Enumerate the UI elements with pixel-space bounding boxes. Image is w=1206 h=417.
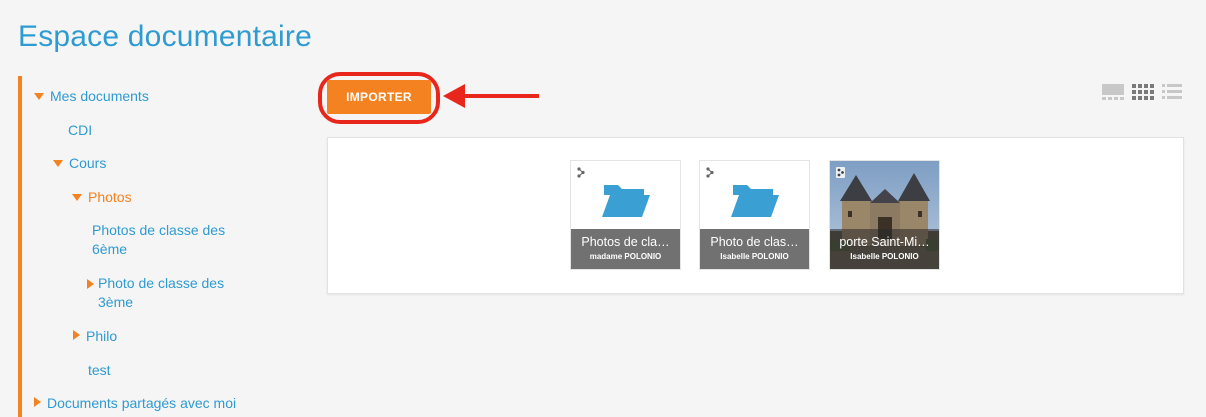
file-title: Photo de clas…	[710, 235, 799, 249]
tree-item-label: Photo de classe des 3ème	[98, 275, 225, 310]
tree-item-photos[interactable]: Photos	[72, 188, 132, 207]
tree-item-label: Philo	[86, 328, 118, 344]
file-author: Isabelle POLONIO	[720, 252, 789, 261]
tree-item-label: CDI	[68, 122, 93, 138]
tree-item-photo-de-classe-3eme[interactable]: Photo de classe des 3ème	[87, 274, 262, 312]
file-caption: Photo de clas… Isabelle POLONIO	[700, 229, 809, 269]
view-mode-switch	[1102, 84, 1182, 100]
expanded-caret-icon	[53, 160, 63, 167]
file-caption: Photos de cla… madame POLONIO	[571, 229, 680, 269]
sidebar-tree: Mes documents CDI Cours Photos Photos de…	[18, 76, 308, 417]
file-tile-folder[interactable]: Photos de cla… madame POLONIO	[570, 160, 681, 270]
file-tile-folder[interactable]: Photo de clas… Isabelle POLONIO	[699, 160, 810, 270]
tree-item-mes-documents[interactable]: Mes documents	[34, 87, 149, 106]
collapsed-caret-icon	[87, 279, 94, 289]
tree-item-label: test	[88, 362, 111, 378]
tree-item-label: Cours	[69, 155, 107, 171]
tree-item-documents-partages[interactable]: Documents partagés avec moi	[34, 394, 236, 413]
page-title: Espace documentaire	[18, 20, 312, 53]
tree-item-cours[interactable]: Cours	[53, 154, 106, 173]
shared-icon	[706, 167, 714, 178]
tree-item-cdi[interactable]: CDI	[68, 121, 92, 140]
tree-item-test[interactable]: test	[88, 361, 111, 380]
tree-item-label: Documents partagés avec moi	[47, 395, 237, 411]
collapsed-caret-icon	[73, 330, 80, 340]
collapsed-caret-icon	[34, 397, 41, 407]
file-caption: porte Saint-Mi… Isabelle POLONIO	[830, 229, 939, 269]
folder-icon	[731, 185, 779, 217]
annotation-arrow-icon	[443, 84, 539, 108]
tree-item-philo[interactable]: Philo	[73, 327, 117, 346]
file-title: Photos de cla…	[581, 235, 670, 249]
file-title: porte Saint-Mi…	[839, 235, 930, 249]
folder-icon	[602, 185, 650, 217]
file-grid-panel: Photos de cla… madame POLONIO Photo de c…	[327, 137, 1184, 294]
grid-icon[interactable]	[1132, 84, 1154, 100]
large-thumbnails-icon[interactable]	[1102, 84, 1124, 100]
shared-icon	[577, 167, 585, 178]
import-button[interactable]: IMPORTER	[327, 80, 431, 114]
tree-item-label: Photos de classe des 6ème	[92, 222, 226, 257]
expanded-caret-icon	[72, 194, 82, 201]
tree-item-label: Mes documents	[50, 88, 149, 104]
shared-icon	[836, 167, 845, 178]
list-icon[interactable]	[1162, 84, 1182, 100]
file-author: Isabelle POLONIO	[850, 252, 919, 261]
file-tile-image[interactable]: porte Saint-Mi… Isabelle POLONIO	[829, 160, 940, 270]
tree-item-label: Photos	[88, 189, 132, 205]
tree-item-photos-de-classe-6eme[interactable]: Photos de classe des 6ème	[92, 221, 267, 259]
file-author: madame POLONIO	[589, 252, 662, 261]
expanded-caret-icon	[34, 93, 44, 100]
